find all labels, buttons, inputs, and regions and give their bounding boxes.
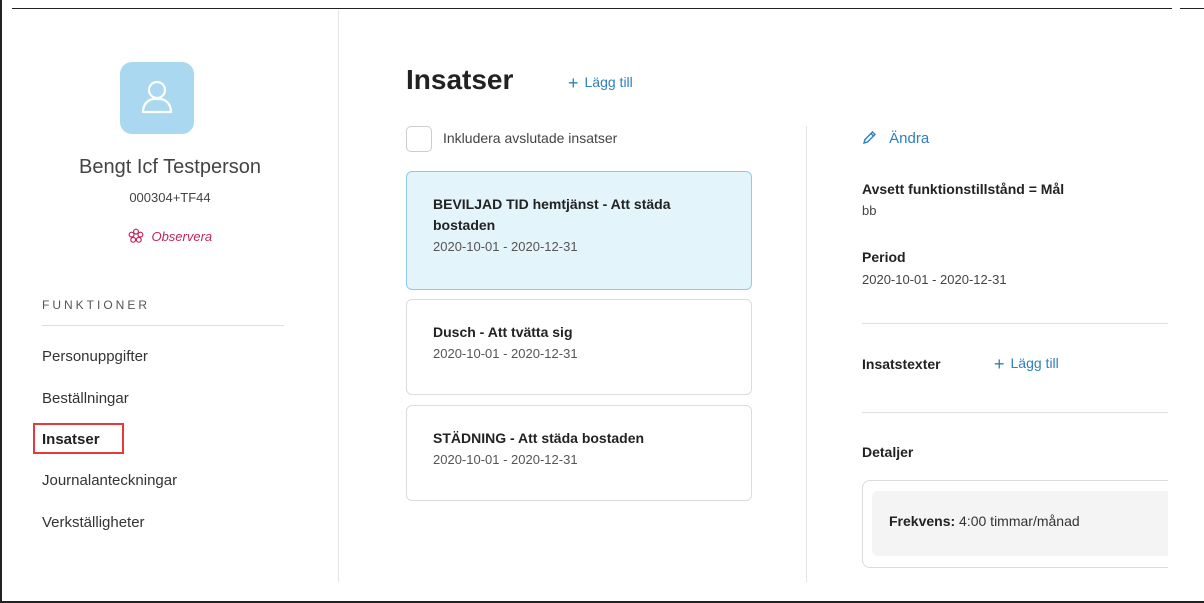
right-clip [1168, 10, 1204, 601]
insatstexter-label: Insatstexter [862, 356, 941, 372]
top-border [12, 8, 1172, 9]
period-value: 2020-10-01 - 2020-12-31 [862, 272, 1007, 287]
frequency-label: Frekvens: [889, 513, 956, 529]
insats-card-period: 2020-10-01 - 2020-12-31 [433, 452, 578, 467]
add-insatstext-label: Lägg till [1010, 355, 1059, 371]
pencil-icon [862, 130, 889, 147]
detail-divider [862, 412, 1168, 413]
plus-icon: + [994, 354, 1005, 374]
sidebar-item-personuppgifter[interactable]: Personuppgifter [42, 348, 148, 365]
add-insats-label: Lägg till [584, 74, 633, 90]
column-divider [806, 126, 807, 582]
person-name: Bengt Icf Testperson [79, 156, 261, 178]
insats-card-title: STÄDNING - Att städa bostaden [433, 430, 645, 446]
sidebar-item-journalanteckningar[interactable]: Journalanteckningar [42, 472, 177, 489]
details-label: Detaljer [862, 444, 914, 460]
observe-label: Observera [151, 229, 213, 244]
insats-card[interactable]: BEVILJAD TID hemtjänst - Att städa bosta… [406, 171, 752, 290]
include-finished-checkbox[interactable] [406, 126, 432, 152]
functions-divider [42, 325, 284, 326]
sidebar-divider [338, 10, 339, 582]
observe-icon [128, 228, 152, 244]
user-icon [140, 78, 174, 119]
person-id: 000304+TF44 [129, 190, 211, 205]
sidebar-item-verkstalligheter[interactable]: Verkställigheter [42, 514, 145, 531]
plus-icon: + [568, 73, 579, 93]
functions-heading: FUNKTIONER [42, 298, 150, 312]
active-item-highlight [33, 423, 124, 454]
detail-divider [862, 323, 1168, 324]
observe-link[interactable]: Observera [20, 228, 320, 244]
edit-button[interactable]: Ändra [862, 130, 929, 147]
frequency-value: 4:00 timmar/månad [959, 513, 1080, 529]
add-insatstext-button[interactable]: + Lägg till [994, 354, 1059, 375]
insats-card-period: 2020-10-01 - 2020-12-31 [433, 239, 578, 254]
period-label: Period [862, 249, 906, 265]
sidebar-item-bestallningar[interactable]: Beställningar [42, 390, 129, 407]
top-border-right [1180, 8, 1204, 9]
avatar [120, 62, 194, 134]
frequency-row: Frekvens: 4:00 timmar/månad [889, 513, 1080, 529]
include-finished-label: Inkludera avslutade insatser [443, 130, 618, 146]
edit-label: Ändra [889, 130, 930, 147]
insats-card[interactable]: Dusch - Att tvätta sig 2020-10-01 - 2020… [406, 299, 752, 395]
insats-card[interactable]: STÄDNING - Att städa bostaden 2020-10-01… [406, 405, 752, 501]
insats-card-period: 2020-10-01 - 2020-12-31 [433, 346, 578, 361]
goal-value: bb [862, 203, 877, 218]
page-title: Insatser [406, 64, 514, 95]
insats-card-title: Dusch - Att tvätta sig [433, 324, 573, 340]
goal-label: Avsett funktionstillstånd = Mål [862, 181, 1065, 197]
insats-card-title: BEVILJAD TID hemtjänst - Att städa bosta… [433, 196, 671, 233]
add-insats-button[interactable]: + Lägg till [568, 73, 633, 94]
